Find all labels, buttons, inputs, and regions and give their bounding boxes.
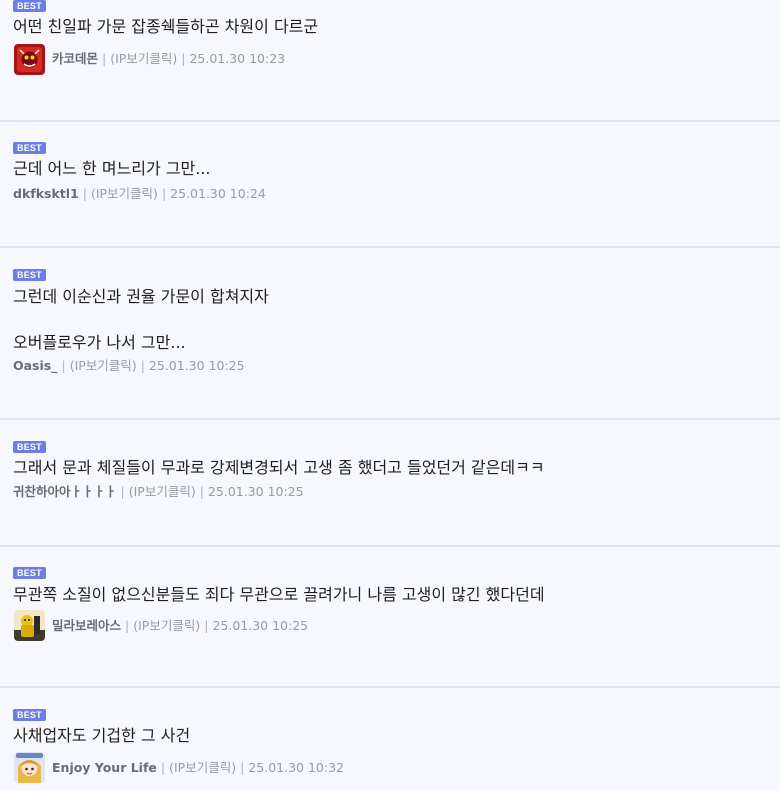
ip-link[interactable]: (IP보기클릭): [129, 484, 196, 500]
comment-timestamp: 25.01.30 10:24: [170, 186, 266, 201]
yellow-figure-avatar[interactable]: [14, 610, 45, 641]
best-badge: BEST: [13, 441, 46, 453]
separator: |: [61, 358, 66, 373]
comment-timestamp: 25.01.30 10:32: [248, 760, 344, 775]
separator: |: [199, 484, 204, 499]
separator: |: [125, 618, 130, 633]
comment-text: 근데 어느 한 며느리가 그만...: [13, 159, 211, 178]
ip-link[interactable]: (IP보기클릭): [91, 186, 158, 202]
comment-text: 사채업자도 기겁한 그 사건: [13, 726, 191, 745]
best-badge: BEST: [13, 0, 46, 12]
ip-link[interactable]: (IP보기클릭): [169, 760, 236, 776]
author-nick[interactable]: Enjoy Your Life: [52, 760, 157, 776]
comment-meta: 귀찬하아아ㅏㅏㅏㅏ | (IP보기클릭) | 25.01.30 10:25: [13, 484, 304, 500]
comment-text: 무관쪽 소질이 없으신분들도 죄다 무관으로 끌려가니 나름 고생이 많긴 했다…: [13, 585, 545, 604]
anime-character-avatar[interactable]: [14, 752, 45, 783]
separator: |: [161, 186, 167, 201]
comment-meta: 카코데몬 | (IP보기클릭) | 25.01.30 10:23: [52, 51, 285, 67]
separator: |: [240, 760, 245, 775]
separator: |: [181, 51, 186, 66]
best-badge: BEST: [13, 142, 46, 154]
best-badge: BEST: [13, 567, 46, 579]
separator: |: [102, 51, 107, 66]
comment-meta: dkfksktl1 | (IP보기클릭) | 25.01.30 10:24: [13, 186, 266, 202]
comment-text: 그래서 문과 체질들이 무과로 강제변경되서 고생 좀 했더고 들었던거 같은데…: [13, 458, 545, 477]
comment-timestamp: 25.01.30 10:25: [207, 484, 304, 499]
comment-meta: Enjoy Your Life | (IP보기클릭) | 25.01.30 10…: [52, 760, 344, 776]
comment-divider: [0, 418, 780, 420]
author-nick[interactable]: Oasis_: [13, 358, 57, 374]
separator: |: [140, 358, 145, 373]
comment-timestamp: 25.01.30 10:25: [212, 618, 309, 633]
comment-text: 그런데 이순신과 권율 가문이 합쳐지자: [13, 287, 269, 306]
author-nick[interactable]: 귀찬하아아ㅏㅏㅏㅏ: [13, 484, 117, 500]
comment-meta: 밀라보레아스 | (IP보기클릭) | 25.01.30 10:25: [52, 618, 308, 634]
best-badge: BEST: [13, 709, 46, 721]
comment-timestamp: 25.01.30 10:25: [148, 358, 245, 373]
author-nick[interactable]: 카코데몬: [52, 51, 98, 67]
author-nick[interactable]: 밀라보레아스: [52, 618, 121, 634]
ip-link[interactable]: (IP보기클릭): [110, 51, 177, 67]
comment-text: 오버플로우가 나서 그만...: [13, 333, 186, 352]
comment-timestamp: 25.01.30 10:23: [189, 51, 286, 66]
comment-text: 어떤 친일파 가문 잡종쉑들하곤 차원이 다르군: [13, 17, 319, 36]
separator: |: [160, 760, 166, 775]
separator: |: [204, 618, 209, 633]
ip-link[interactable]: (IP보기클릭): [133, 618, 200, 634]
comment-divider: [0, 246, 780, 248]
separator: |: [120, 484, 125, 499]
comment-divider: [0, 686, 780, 688]
red-demon-avatar[interactable]: [14, 44, 45, 75]
best-badge: BEST: [13, 269, 46, 281]
comment-meta: Oasis_ | (IP보기클릭) | 25.01.30 10:25: [13, 358, 245, 374]
ip-link[interactable]: (IP보기클릭): [70, 358, 137, 374]
separator: |: [82, 186, 87, 201]
comment-divider: [0, 120, 780, 122]
author-nick[interactable]: dkfksktl1: [13, 186, 79, 202]
comment-divider: [0, 545, 780, 547]
